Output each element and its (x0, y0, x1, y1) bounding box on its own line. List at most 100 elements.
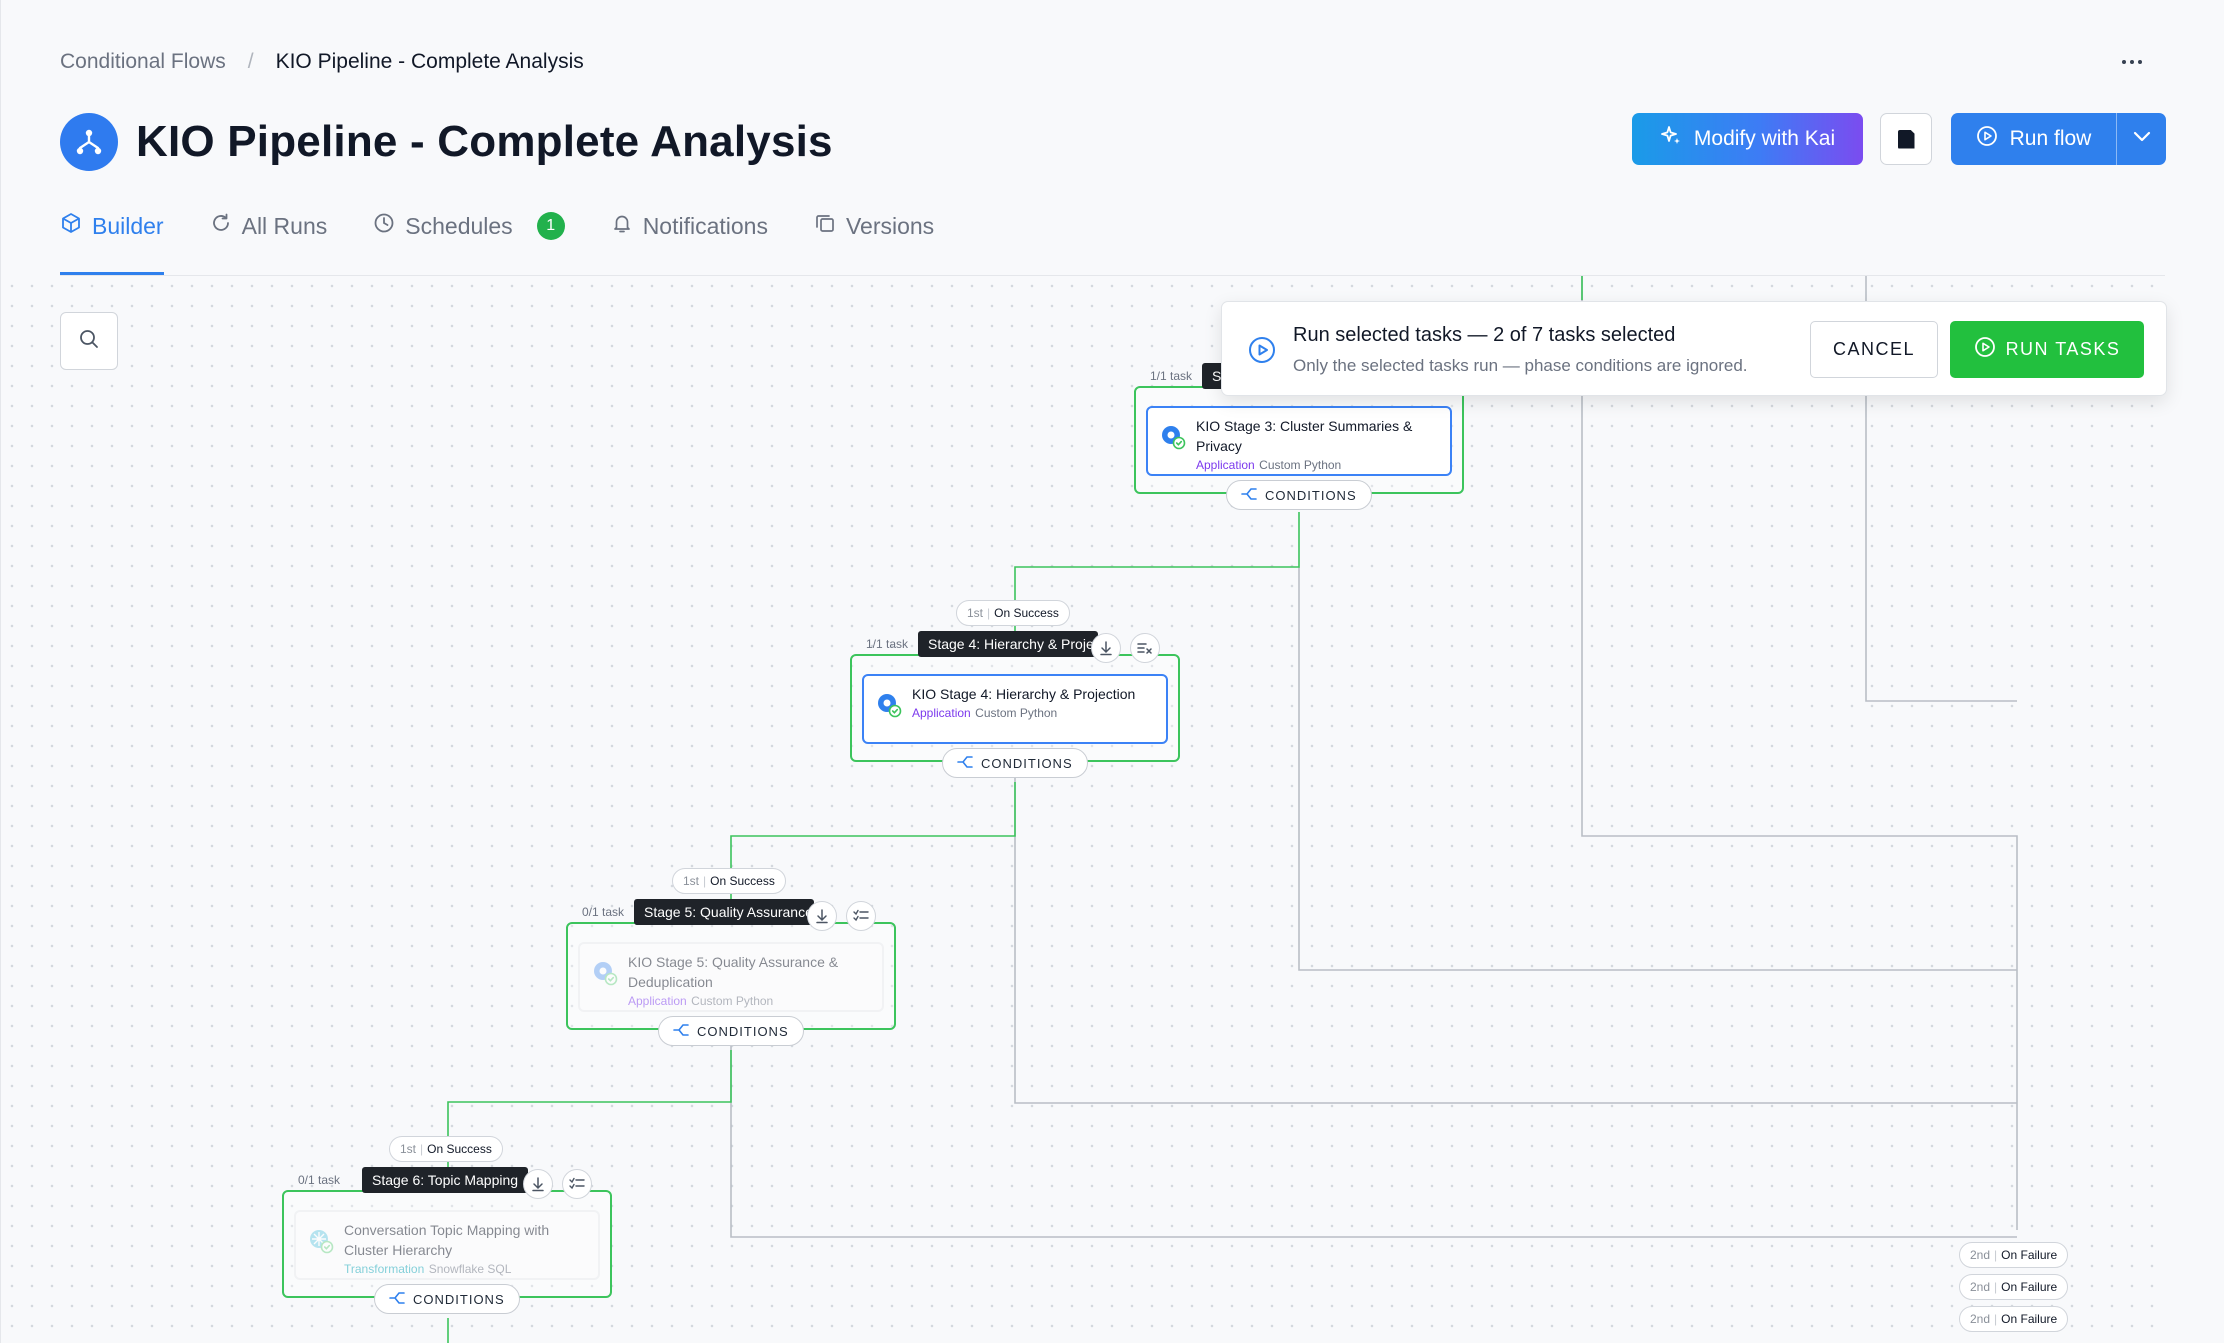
conditions-button[interactable]: CONDITIONS (658, 1016, 804, 1046)
run-tasks-button[interactable]: RUN TASKS (1950, 321, 2144, 378)
conditions-button[interactable]: CONDITIONS (942, 748, 1088, 778)
tab-schedules[interactable]: Schedules 1 (373, 205, 565, 247)
sql-transformation-icon (308, 1228, 334, 1254)
canvas-search-button[interactable] (60, 312, 118, 370)
edge-order: 2nd (1970, 1280, 1991, 1294)
conditions-label: CONDITIONS (697, 1023, 789, 1039)
page-title: KIO Pipeline - Complete Analysis (136, 117, 833, 166)
save-button[interactable] (1880, 113, 1932, 165)
python-task-icon (1160, 424, 1186, 450)
edge-order: 2nd (1970, 1248, 1991, 1262)
tab-all-runs-label: All Runs (241, 212, 328, 239)
edge-condition: On Failure (2001, 1280, 2058, 1294)
move-phase-icon[interactable] (807, 901, 837, 931)
edge-label-on-failure[interactable]: 2nd | On Failure (1959, 1306, 2069, 1332)
move-phase-icon[interactable] (1091, 633, 1121, 663)
edge-condition: On Success (427, 1142, 492, 1156)
edge-label-on-failure[interactable]: 2nd | On Failure (1959, 1274, 2069, 1300)
task-title: Conversation Topic Mapping with Cluster … (344, 1222, 550, 1258)
edge-label-on-success[interactable]: 1st | On Success (956, 600, 1070, 626)
play-circle-icon (1248, 336, 1276, 369)
schedules-count-badge: 1 (536, 212, 565, 240)
sparkle-icon (1660, 125, 1682, 153)
task-title: KIO Stage 3: Cluster Summaries & Privacy (1196, 418, 1413, 454)
phase-task-count: 1/1 task (866, 637, 909, 651)
task-runtime: Custom Python (691, 994, 774, 1008)
phase-label[interactable]: Stage 6: Topic Mapping (362, 1167, 529, 1193)
conditions-button[interactable]: CONDITIONS (374, 1284, 520, 1314)
task-type: Application (1196, 458, 1255, 472)
phase-stage-3[interactable]: 1/1 task S KIO Stage 3: Cluster Summarie… (1134, 363, 1464, 494)
task-card[interactable]: KIO Stage 3: Cluster Summaries & Privacy… (1146, 406, 1452, 476)
cancel-button[interactable]: CANCEL (1810, 321, 1938, 378)
copy-icon (814, 212, 836, 240)
conditions-button[interactable]: CONDITIONS (1226, 480, 1372, 510)
play-circle-icon (1976, 125, 1998, 153)
task-runtime: Snowflake SQL (428, 1262, 512, 1276)
task-type: Application (912, 706, 971, 720)
phase-task-count: 1/1 task (1150, 369, 1193, 383)
python-task-icon (592, 960, 618, 986)
branch-icon (957, 755, 973, 772)
tab-all-runs[interactable]: All Runs (210, 205, 328, 247)
deselect-tasks-icon[interactable] (1130, 633, 1160, 663)
task-runtime: Custom Python (1259, 458, 1342, 472)
edge-label-on-success[interactable]: 1st | On Success (672, 868, 786, 894)
select-tasks-icon[interactable] (562, 1169, 592, 1199)
modify-with-kai-button[interactable]: Modify with Kai (1632, 113, 1863, 165)
more-options-icon[interactable] (2114, 48, 2150, 76)
task-runtime: Custom Python (975, 706, 1058, 720)
edge-label-on-failure[interactable]: 2nd | On Failure (1959, 1242, 2069, 1268)
edge-condition: On Success (994, 606, 1059, 620)
run-selected-subtitle: Only the selected tasks run — phase cond… (1293, 356, 1748, 375)
task-card[interactable]: KIO Stage 5: Quality Assurance & Dedupli… (578, 942, 884, 1012)
run-selected-title: Run selected tasks — 2 of 7 tasks select… (1293, 324, 1676, 346)
phase-task-count: 0/1 task (582, 905, 625, 919)
conditions-label: CONDITIONS (981, 755, 1073, 771)
cube-icon (60, 212, 82, 240)
tab-schedules-label: Schedules (405, 212, 513, 239)
play-circle-icon (1974, 336, 1996, 363)
task-card[interactable]: Conversation Topic Mapping with Cluster … (294, 1210, 600, 1280)
edge-condition: On Failure (2001, 1312, 2058, 1326)
edge-order: 1st (400, 1142, 417, 1156)
edge-order: 1st (967, 606, 984, 620)
phase-label[interactable]: Stage 5: Quality Assurance (634, 899, 814, 925)
breadcrumb-parent-link[interactable]: Conditional Flows (60, 50, 226, 74)
bell-icon (611, 212, 633, 240)
run-flow-button[interactable]: Run flow (1951, 113, 2116, 165)
branch-icon (1241, 487, 1257, 504)
phase-stage-4[interactable]: 1/1 task Stage 4: Hierarchy & Projection… (850, 631, 1180, 762)
edge-condition: On Failure (2001, 1248, 2058, 1262)
task-title: KIO Stage 4: Hierarchy & Projection (912, 686, 1136, 702)
phase-stage-5[interactable]: 0/1 task Stage 5: Quality Assurance KIO … (566, 899, 896, 1030)
edge-label-on-success[interactable]: 1st | On Success (389, 1136, 503, 1162)
tab-notifications[interactable]: Notifications (611, 205, 768, 247)
page-header: KIO Pipeline - Complete Analysis (60, 113, 833, 171)
conditions-label: CONDITIONS (1265, 487, 1357, 503)
tab-builder[interactable]: Builder (60, 205, 164, 275)
edge-condition: On Success (710, 874, 775, 888)
task-card[interactable]: KIO Stage 4: Hierarchy & Projection Appl… (862, 674, 1168, 744)
phase-stage-6[interactable]: 0/1 task Stage 6: Topic Mapping Conversa… (282, 1167, 612, 1298)
select-tasks-icon[interactable] (846, 901, 876, 931)
breadcrumb-current: KIO Pipeline - Complete Analysis (275, 50, 584, 73)
run-flow-split-button: Run flow (1951, 113, 2166, 165)
task-title: KIO Stage 5: Quality Assurance & Dedupli… (628, 954, 839, 990)
run-selected-tasks-bar: Run selected tasks — 2 of 7 tasks select… (1221, 301, 2167, 396)
run-options-dropdown[interactable] (2116, 113, 2166, 165)
phase-task-count: 0/1 task (298, 1173, 341, 1187)
move-phase-icon[interactable] (523, 1169, 553, 1199)
chevron-down-icon (2133, 130, 2151, 148)
run-tasks-label: RUN TASKS (2005, 339, 2121, 359)
save-icon (1897, 129, 1915, 149)
tab-versions[interactable]: Versions (814, 205, 934, 247)
phase-label[interactable]: Stage 4: Hierarchy & Projection (918, 631, 1098, 657)
edge-order: 1st (683, 874, 700, 888)
breadcrumb-separator: / (247, 50, 254, 73)
refresh-icon (210, 212, 232, 240)
tab-builder-label: Builder (92, 212, 164, 239)
search-icon (78, 328, 100, 355)
branch-icon (389, 1291, 405, 1308)
tab-notifications-label: Notifications (642, 212, 768, 239)
